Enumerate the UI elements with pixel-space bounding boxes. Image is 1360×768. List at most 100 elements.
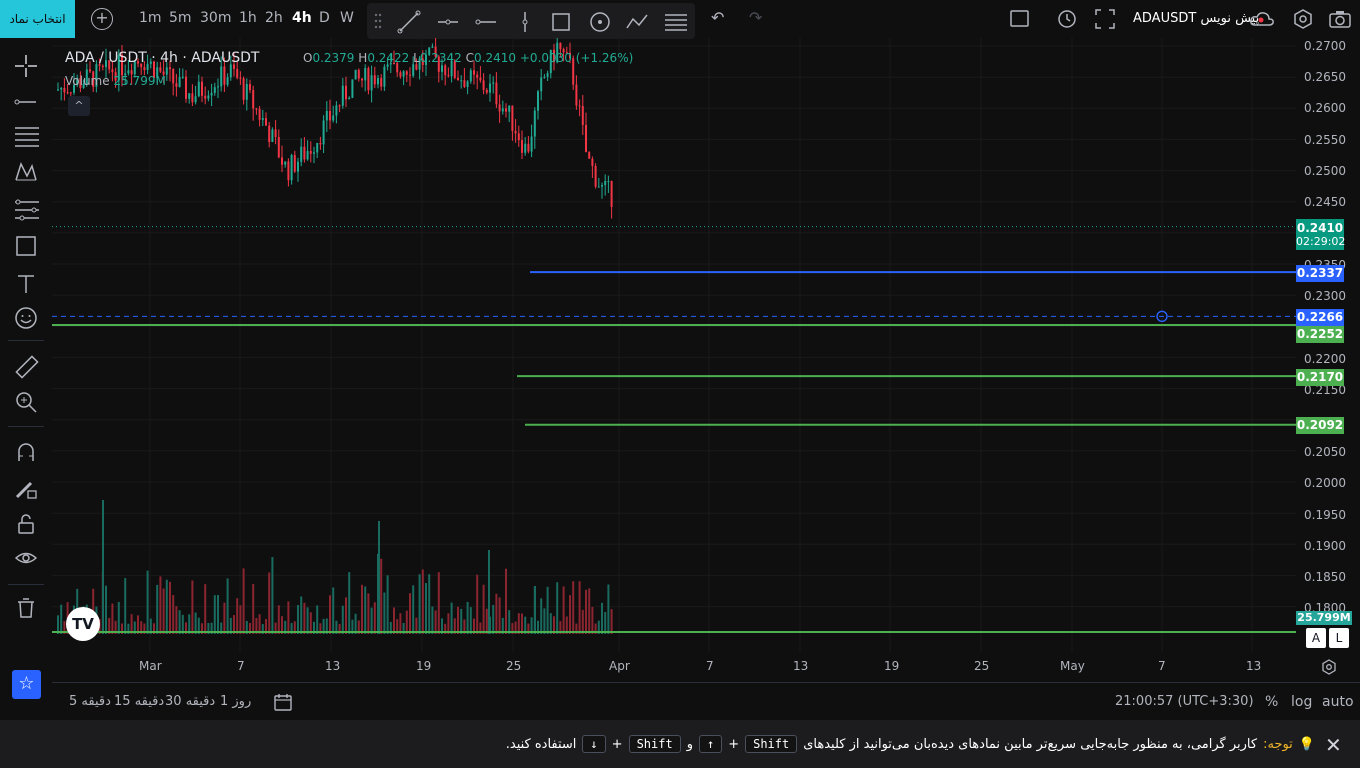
range-1d[interactable]: 1 روز: [220, 694, 251, 709]
prediction-icon[interactable]: [14, 198, 40, 222]
pattern-icon[interactable]: [14, 160, 38, 184]
time-tick: Apr: [609, 659, 630, 673]
price-tick: 0.2000: [1304, 476, 1346, 490]
close-label: C: [465, 51, 475, 65]
alert-price-label: 0.2266: [1296, 309, 1344, 326]
settings-icon[interactable]: [1292, 8, 1314, 30]
rectangle-icon[interactable]: [549, 10, 573, 34]
timeframe-w[interactable]: W: [340, 10, 354, 26]
ruler-icon[interactable]: [14, 354, 40, 380]
lock-draw-icon[interactable]: [14, 476, 38, 500]
fib-icon[interactable]: [14, 124, 40, 148]
axis-settings-icon[interactable]: [1320, 658, 1338, 676]
range-30m[interactable]: 30 دقیقه: [165, 694, 215, 709]
magnet-icon[interactable]: [14, 440, 38, 464]
circle-icon[interactable]: [588, 10, 612, 34]
emoji-icon[interactable]: [14, 306, 38, 330]
auto-scale-toggle[interactable]: auto: [1322, 694, 1354, 710]
candle-body: [268, 125, 271, 143]
undo-icon[interactable]: ↶: [711, 8, 724, 27]
candle-body: [348, 97, 351, 100]
timeframe-5m[interactable]: 5m: [169, 10, 192, 26]
trash-icon[interactable]: [14, 596, 38, 620]
candle-body: [607, 180, 610, 182]
candle-body: [585, 124, 587, 153]
volume-bars: [57, 500, 613, 634]
time-tick: 19: [416, 659, 432, 673]
close-icon[interactable]: ✕: [1325, 733, 1342, 757]
volume-bar: [485, 608, 488, 634]
candle-body: [495, 82, 498, 105]
drawing-toolbar: [367, 3, 695, 39]
path-icon[interactable]: [625, 10, 651, 34]
candle-body: [303, 146, 306, 160]
replay-icon[interactable]: [1056, 7, 1078, 29]
price-tick: 0.2050: [1304, 445, 1346, 459]
timeframe-2h[interactable]: 2h: [265, 10, 283, 26]
vertical-line-icon[interactable]: [513, 10, 537, 34]
price-axis[interactable]: 0.2700 0.2650 0.2600 0.2550 0.2500 0.245…: [1296, 38, 1360, 652]
candle-body: [383, 66, 386, 87]
log-scale-toggle[interactable]: log: [1291, 694, 1312, 710]
range-15m[interactable]: 15 دقیقه: [114, 694, 164, 709]
trendline-icon[interactable]: [14, 90, 38, 114]
cloud-icon[interactable]: [1249, 9, 1275, 29]
fib-retracement-icon[interactable]: [663, 10, 689, 34]
horizontal-line-icon[interactable]: [474, 10, 498, 34]
time-axis[interactable]: Mar 7 13 19 25 Apr 7 13 19 25 May 7 13: [52, 652, 1296, 680]
separator: [8, 340, 44, 341]
trendline-icon[interactable]: [397, 10, 421, 34]
range-5m[interactable]: 5 دقیقه: [69, 694, 111, 709]
volume-bar: [556, 582, 559, 634]
volume-bar: [236, 598, 239, 634]
camera-icon[interactable]: [1328, 9, 1352, 29]
volume-bar: [431, 606, 434, 634]
tradingview-logo[interactable]: TV: [66, 607, 100, 641]
timeframe-4h[interactable]: 4h: [292, 10, 312, 26]
volume-bar: [117, 601, 120, 634]
volume-bar: [498, 597, 501, 634]
candle-body: [226, 77, 229, 85]
volume-bar: [450, 602, 453, 634]
compare-add-icon[interactable]: +: [91, 8, 113, 30]
fullscreen-icon[interactable]: [1095, 9, 1115, 29]
lock-icon[interactable]: [14, 512, 38, 536]
drag-handle-icon[interactable]: [373, 10, 383, 32]
volume-label: Volume: [65, 74, 110, 88]
volume-bar: [191, 580, 194, 634]
timeframe-30m[interactable]: 30m: [200, 10, 231, 26]
time-tick: 7: [1158, 659, 1166, 673]
volume-bar: [488, 550, 490, 634]
log-scale-button[interactable]: L: [1329, 628, 1349, 648]
zoom-icon[interactable]: [14, 390, 38, 414]
notice-suffix: استفاده کنید.: [505, 736, 577, 752]
eye-icon[interactable]: [14, 546, 38, 570]
candle-body: [473, 70, 475, 75]
date-range-icon[interactable]: [273, 692, 293, 712]
percent-scale-toggle[interactable]: %: [1265, 694, 1278, 710]
candle-body: [309, 151, 312, 154]
collapse-legend-icon[interactable]: ^: [68, 96, 90, 116]
favorites-star-icon[interactable]: ☆: [12, 670, 41, 699]
time-tick: 19: [884, 659, 900, 673]
candle-body: [377, 78, 379, 85]
candle-body: [319, 142, 322, 145]
redo-icon[interactable]: ↷: [749, 8, 762, 27]
text-icon[interactable]: [14, 272, 38, 296]
clock-timezone[interactable]: 21:00:57 (UTC+3:30): [1115, 694, 1254, 709]
candle-body: [290, 154, 293, 181]
price-chart[interactable]: [52, 38, 1296, 652]
shapes-icon[interactable]: [14, 234, 38, 258]
layout-icon[interactable]: [1010, 10, 1030, 28]
separator: [8, 584, 44, 585]
candle-body: [178, 77, 181, 87]
timeframe-d[interactable]: D: [319, 10, 330, 26]
and-word: و: [686, 736, 693, 752]
volume-bar: [492, 605, 495, 634]
timeframe-1h[interactable]: 1h: [239, 10, 257, 26]
timeframe-1m[interactable]: 1m: [139, 10, 162, 26]
auto-scale-button[interactable]: A: [1306, 628, 1326, 648]
crosshair-icon[interactable]: [14, 54, 38, 78]
horizontal-ray-icon[interactable]: [436, 10, 460, 34]
symbol-search-button[interactable]: انتخاب نماد: [0, 0, 75, 38]
